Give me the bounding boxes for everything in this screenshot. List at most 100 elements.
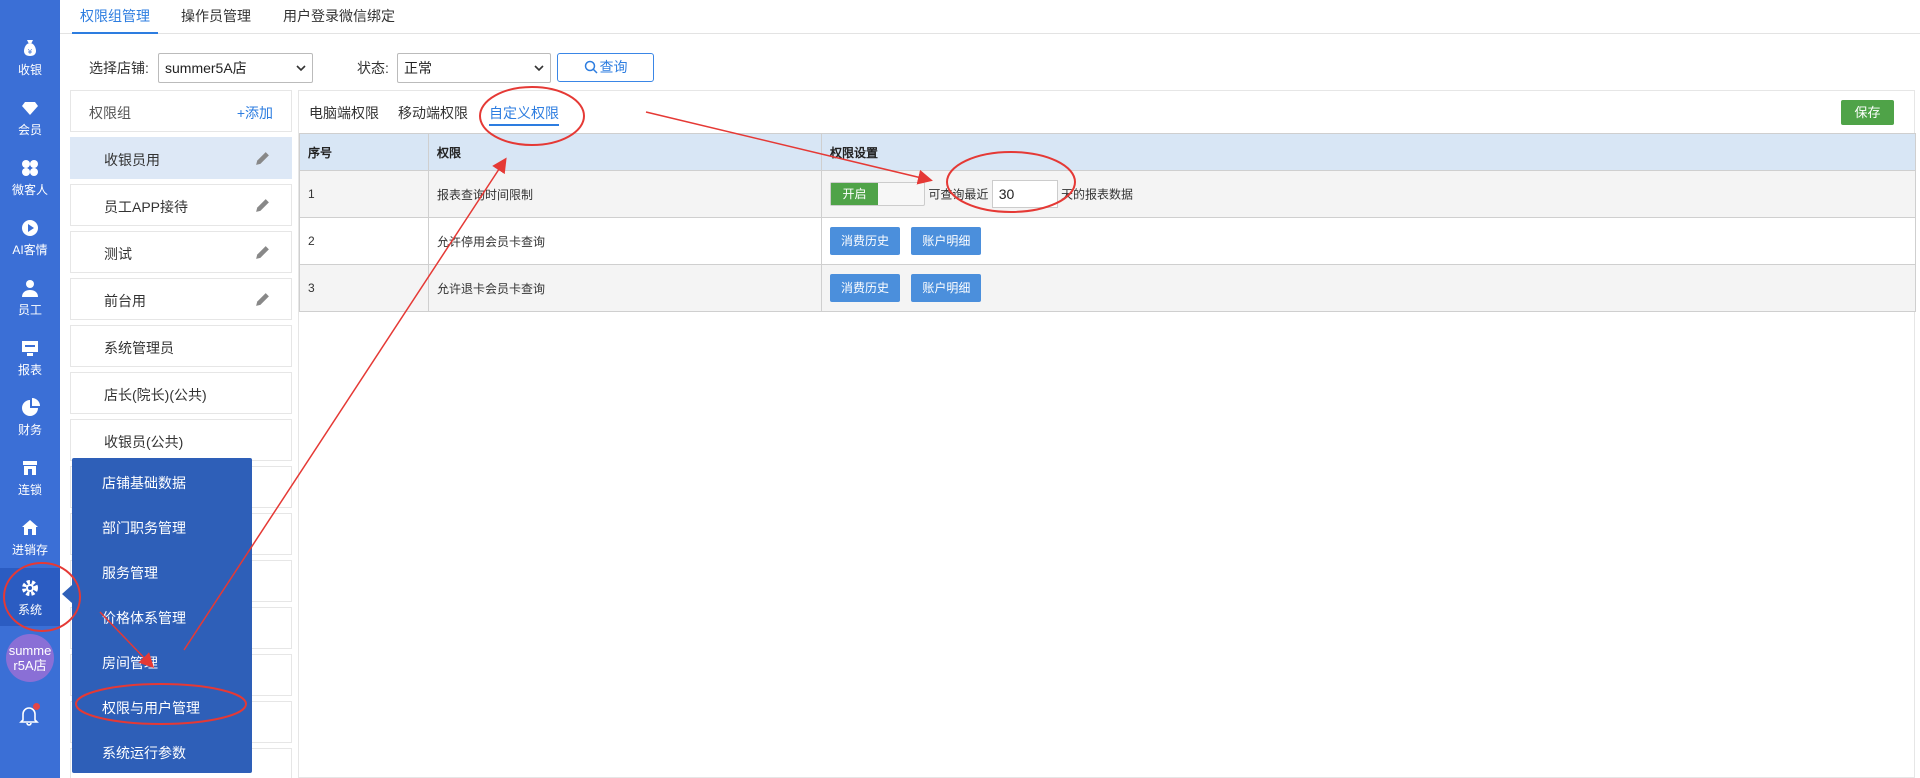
column-header-no: 序号 <box>299 133 429 171</box>
rail-item-ai[interactable]: AI客情 <box>0 208 60 266</box>
consumption-history-button[interactable]: 消费历史 <box>830 227 901 255</box>
menu-item-price-system[interactable]: 价格体系管理 <box>102 608 186 628</box>
column-header-settings: 权限设置 <box>821 133 1916 171</box>
menu-item-room-management[interactable]: 房间管理 <box>102 653 158 673</box>
menu-item-system-parameters[interactable]: 系统运行参数 <box>102 743 186 763</box>
system-menu-pointer <box>62 585 72 603</box>
rail-item-staff[interactable]: 员工 <box>0 268 60 326</box>
menu-item-store-basic-data[interactable]: 店铺基础数据 <box>102 473 186 493</box>
avatar-text-line2: r5A店 <box>13 658 47 673</box>
edit-pencil-icon[interactable] <box>254 291 271 308</box>
search-icon <box>584 60 598 74</box>
system-popup-menu: 店铺基础数据 部门职务管理 服务管理 价格体系管理 房间管理 权限与用户管理 系… <box>72 458 252 773</box>
gear-icon <box>22 580 38 596</box>
play-circle-icon <box>22 220 38 236</box>
menu-item-permission-user-management[interactable]: 权限与用户管理 <box>102 698 200 718</box>
status-select-label: 状态: <box>357 60 389 76</box>
tab-pc-permissions[interactable]: 电脑端权限 <box>309 103 379 123</box>
notification-bell[interactable] <box>17 703 41 727</box>
query-button[interactable]: 查询 <box>557 53 654 82</box>
notification-dot <box>33 703 40 710</box>
tab-operators[interactable]: 操作员管理 <box>173 0 259 34</box>
add-group-link[interactable]: +添加 <box>237 103 273 123</box>
group-item[interactable]: 员工APP接待 <box>70 184 292 226</box>
rail-item-chain[interactable]: 连锁 <box>0 448 60 506</box>
consumption-history-button[interactable]: 消费历史 <box>830 274 901 302</box>
edit-pencil-icon[interactable] <box>254 150 271 167</box>
row-settings: 开启 可查询最近 30 天的报表数据 <box>821 170 1916 218</box>
person-icon <box>22 280 38 297</box>
menu-item-service-management[interactable]: 服务管理 <box>102 563 158 583</box>
store-select[interactable]: summer5A店 <box>158 53 313 83</box>
group-item-label: 员工APP接待 <box>104 199 189 215</box>
chevron-down-icon <box>534 65 544 72</box>
row-no: 2 <box>299 217 429 265</box>
rail-item-system[interactable]: 系统 <box>0 568 60 626</box>
group-item[interactable]: 前台用 <box>70 278 292 320</box>
permission-settings-panel: 电脑端权限 移动端权限 自定义权限 保存 序号 权限 权限设置 1 报表查询时间… <box>298 90 1916 778</box>
tab-mobile-permissions[interactable]: 移动端权限 <box>398 103 468 123</box>
table-header-row: 序号 权限 权限设置 <box>299 133 1916 171</box>
group-item-label: 收银员(公共) <box>104 434 184 450</box>
left-nav-rail: ¥ 收银 会员 微客人 AI客情 员工 报表 财务 连锁 进销存 系统 summ… <box>0 0 60 778</box>
rail-item-inventory[interactable]: 进销存 <box>0 508 60 566</box>
rail-label: AI客情 <box>12 243 48 257</box>
row-settings: 消费历史 账户明细 <box>821 264 1916 312</box>
query-prefix-text: 可查询最近 <box>928 187 989 202</box>
money-bag-icon: ¥ <box>24 40 36 56</box>
row-permission-name: 允许退卡会员卡查询 <box>428 264 822 312</box>
days-input[interactable]: 30 <box>991 180 1058 208</box>
rail-label: 报表 <box>17 363 42 377</box>
row-no: 3 <box>299 264 429 312</box>
rail-label: 员工 <box>17 303 42 317</box>
query-suffix-text: 天的报表数据 <box>1061 187 1134 202</box>
group-list-header: 权限组 +添加 <box>70 90 292 132</box>
rail-label: 收银 <box>17 63 42 77</box>
group-item-label: 前台用 <box>104 293 146 309</box>
group-item-label: 店长(院长)(公共) <box>104 387 207 403</box>
rail-label: 连锁 <box>17 483 42 497</box>
rail-label: 进销存 <box>11 543 48 557</box>
pie-icon <box>22 398 40 416</box>
row-no: 1 <box>299 170 429 218</box>
query-button-label: 查询 <box>599 59 628 75</box>
group-item[interactable]: 收银员用 <box>70 137 292 179</box>
rail-item-finance[interactable]: 财务 <box>0 388 60 446</box>
row-settings: 消费历史 账户明细 <box>821 217 1916 265</box>
account-detail-button[interactable]: 账户明细 <box>911 227 982 255</box>
tab-permission-groups[interactable]: 权限组管理 <box>72 0 158 34</box>
table-row: 2 允许停用会员卡查询 消费历史 账户明细 <box>299 217 1916 265</box>
table-row: 1 报表查询时间限制 开启 可查询最近 30 天的报表数据 <box>299 170 1916 218</box>
account-detail-button[interactable]: 账户明细 <box>911 274 982 302</box>
rail-label: 微客人 <box>11 183 48 197</box>
group-item[interactable]: 系统管理员 <box>70 325 292 367</box>
group-item-label: 测试 <box>104 246 132 262</box>
report-limit-toggle[interactable]: 开启 <box>830 182 925 206</box>
svg-text:¥: ¥ <box>28 48 33 56</box>
rail-label: 会员 <box>17 123 42 137</box>
group-item[interactable]: 测试 <box>70 231 292 273</box>
group-item[interactable]: 收银员(公共) <box>70 419 292 461</box>
group-list-title: 权限组 <box>89 105 131 121</box>
clover-icon <box>22 160 38 176</box>
save-button[interactable]: 保存 <box>1841 100 1894 125</box>
rail-item-report[interactable]: 报表 <box>0 328 60 386</box>
group-item-label: 系统管理员 <box>104 340 174 356</box>
store-avatar[interactable]: summe r5A店 <box>6 634 54 682</box>
rail-item-member[interactable]: 会员 <box>0 88 60 146</box>
top-tab-bar: 权限组管理 操作员管理 用户登录微信绑定 <box>60 0 1920 34</box>
row-permission-name: 报表查询时间限制 <box>428 170 822 218</box>
tab-wechat-binding[interactable]: 用户登录微信绑定 <box>275 0 403 34</box>
rail-item-cashier[interactable]: ¥ 收银 <box>0 28 60 86</box>
edit-pencil-icon[interactable] <box>254 197 271 214</box>
menu-item-department-positions[interactable]: 部门职务管理 <box>102 518 186 538</box>
monitor-icon <box>22 341 38 356</box>
store-select-value: summer5A店 <box>165 60 247 76</box>
edit-pencil-icon[interactable] <box>254 244 271 261</box>
rail-label: 系统 <box>17 603 42 617</box>
rail-item-wechat-guest[interactable]: 微客人 <box>0 148 60 206</box>
group-item[interactable]: 店长(院长)(公共) <box>70 372 292 414</box>
status-select[interactable]: 正常 <box>397 53 551 83</box>
tab-custom-permissions[interactable]: 自定义权限 <box>489 103 559 126</box>
store-icon <box>23 461 37 475</box>
